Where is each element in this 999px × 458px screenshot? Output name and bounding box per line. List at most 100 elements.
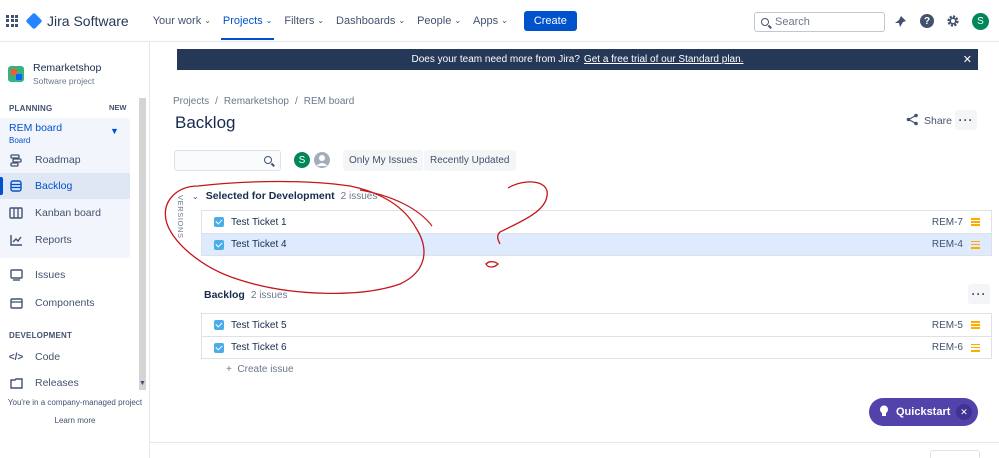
- sidebar-item-label: Releases: [35, 377, 79, 389]
- quickstart-label: Quickstart: [896, 406, 951, 418]
- banner-trial-link[interactable]: Get a free trial of our Standard plan.: [584, 54, 744, 65]
- nav-filters[interactable]: Filters ⌄: [278, 0, 330, 42]
- chevron-down-icon: ⌄: [265, 16, 273, 25]
- jira-logo-icon: [24, 11, 44, 31]
- releases-icon: [9, 376, 23, 390]
- nav-your-work[interactable]: Your work ⌄: [147, 0, 217, 42]
- chevron-down-icon: ⌄: [204, 16, 211, 25]
- breadcrumb-separator: /: [215, 96, 218, 107]
- issue-key[interactable]: REM-5: [932, 320, 963, 331]
- share-label: Share: [924, 115, 953, 127]
- lightbulb-icon: [879, 405, 889, 420]
- recently-updated-filter[interactable]: Recently Updated: [424, 150, 516, 171]
- priority-medium-icon: [971, 343, 980, 352]
- upgrade-banner: Does your team need more from Jira? Get …: [177, 49, 978, 70]
- sidebar-scrollbar[interactable]: [139, 98, 146, 390]
- issue-row[interactable]: Test Ticket 1 REM-7: [202, 211, 991, 233]
- learn-more-link[interactable]: Learn more: [0, 416, 150, 425]
- versions-panel-toggle[interactable]: VERSIONS: [176, 195, 185, 239]
- board-type: Board: [9, 136, 31, 145]
- quickstart-button[interactable]: Quickstart ✕: [869, 398, 978, 426]
- issue-row[interactable]: Test Ticket 5 REM-5: [202, 314, 991, 336]
- breadcrumb-board[interactable]: REM board: [304, 96, 355, 107]
- create-button[interactable]: Create: [523, 10, 577, 31]
- sidebar-item-label: Components: [35, 297, 95, 309]
- chevron-down-icon: ⌄: [454, 16, 462, 25]
- board-search-input[interactable]: [174, 150, 281, 171]
- create-issue-button[interactable]: + Create issue: [226, 364, 294, 375]
- unassigned-avatar-icon[interactable]: [312, 150, 332, 170]
- backlog-icon: [9, 179, 23, 193]
- board-name: REM board: [9, 122, 63, 134]
- reports-chart-icon: [9, 233, 23, 247]
- sidebar-item-releases[interactable]: Releases: [0, 370, 130, 396]
- close-icon[interactable]: ✕: [963, 53, 972, 66]
- project-sidebar: Remarketshop Software project PLANNING N…: [0, 42, 150, 458]
- help-icon[interactable]: ?: [920, 14, 934, 28]
- top-navigation: Jira Software Your work ⌄ Projects ⌄ Filte…: [0, 0, 999, 42]
- project-type: Software project: [33, 76, 95, 86]
- search-icon: [761, 18, 769, 26]
- breadcrumb: Projects / Remarketshop / REM board: [173, 96, 354, 107]
- sprint-title: Selected for Development: [205, 190, 335, 202]
- scroll-down-arrow-icon[interactable]: ▼: [139, 380, 146, 387]
- product-name: Jira Software: [47, 12, 129, 29]
- search-placeholder: Search: [775, 16, 810, 28]
- page-title: Backlog: [175, 113, 236, 132]
- user-avatar[interactable]: S: [972, 13, 989, 30]
- close-icon[interactable]: ✕: [956, 404, 972, 420]
- sidebar-item-roadmap[interactable]: Roadmap: [0, 147, 130, 173]
- issue-summary: Test Ticket 1: [231, 216, 287, 228]
- nav-label: Projects: [222, 14, 263, 27]
- priority-medium-icon: [971, 218, 980, 226]
- sidebar-item-backlog[interactable]: Backlog: [0, 173, 130, 199]
- share-button[interactable]: Share: [906, 113, 952, 129]
- global-search-input[interactable]: Search: [754, 12, 885, 32]
- new-badge: NEW: [109, 103, 127, 112]
- breadcrumb-project[interactable]: Remarketshop: [224, 96, 289, 107]
- issue-key[interactable]: REM-4: [932, 239, 963, 250]
- settings-gear-icon[interactable]: [946, 14, 960, 28]
- sidebar-item-issues[interactable]: Issues: [0, 262, 130, 288]
- sprint-header[interactable]: ⌄ Selected for Development 2 issues: [192, 190, 377, 202]
- backlog-more-icon[interactable]: ···: [968, 284, 990, 304]
- backlog-header[interactable]: Backlog 2 issues: [204, 289, 288, 301]
- project-name: Remarketshop: [33, 62, 102, 74]
- share-icon: [906, 113, 919, 129]
- sidebar-item-code[interactable]: </> Code: [0, 344, 130, 370]
- sidebar-item-reports[interactable]: Reports: [0, 227, 130, 253]
- breadcrumb-projects[interactable]: Projects: [173, 96, 209, 107]
- chevron-down-icon: ⌄: [398, 16, 406, 25]
- components-icon: [9, 296, 23, 310]
- sidebar-item-kanban-board[interactable]: Kanban board: [0, 200, 130, 226]
- sidebar-item-label: Issues: [35, 269, 66, 281]
- project-avatar-icon: [8, 66, 24, 82]
- issue-row-selected[interactable]: Test Ticket 4 REM-4: [202, 233, 991, 255]
- jira-logo[interactable]: Jira Software: [27, 13, 129, 29]
- assignee-avatar[interactable]: S: [292, 150, 312, 170]
- issue-row[interactable]: Test Ticket 6 REM-6: [202, 336, 991, 358]
- issue-key[interactable]: REM-6: [932, 342, 963, 353]
- nav-people[interactable]: People ⌄: [411, 0, 467, 42]
- sprint-issue-count: 2 issues: [340, 190, 378, 202]
- sidebar-item-label: Kanban board: [35, 207, 101, 219]
- chevron-down-icon[interactable]: ▼: [110, 126, 119, 136]
- bottom-panel-tab[interactable]: [930, 450, 980, 458]
- nav-dashboards[interactable]: Dashboards ⌄: [330, 0, 411, 42]
- issue-summary: Test Ticket 4: [231, 239, 287, 250]
- create-issue-label: Create issue: [237, 364, 294, 375]
- only-my-issues-filter[interactable]: Only My Issues: [343, 150, 424, 171]
- nav-apps[interactable]: Apps ⌄: [467, 0, 514, 42]
- task-type-icon: [214, 217, 224, 227]
- issue-summary: Test Ticket 5: [231, 319, 287, 331]
- more-actions-icon[interactable]: ···: [955, 110, 977, 130]
- sidebar-item-components[interactable]: Components: [0, 290, 130, 316]
- project-header[interactable]: Remarketshop Software project: [8, 62, 101, 86]
- backlog-issue-count: 2 issues: [250, 289, 288, 301]
- notifications-icon[interactable]: [893, 14, 907, 28]
- sidebar-item-label: Reports: [35, 234, 72, 246]
- nav-projects[interactable]: Projects ⌄: [217, 0, 278, 42]
- app-switcher-icon[interactable]: [6, 14, 18, 27]
- sidebar-item-label: Code: [35, 351, 61, 363]
- issue-key[interactable]: REM-7: [932, 217, 963, 228]
